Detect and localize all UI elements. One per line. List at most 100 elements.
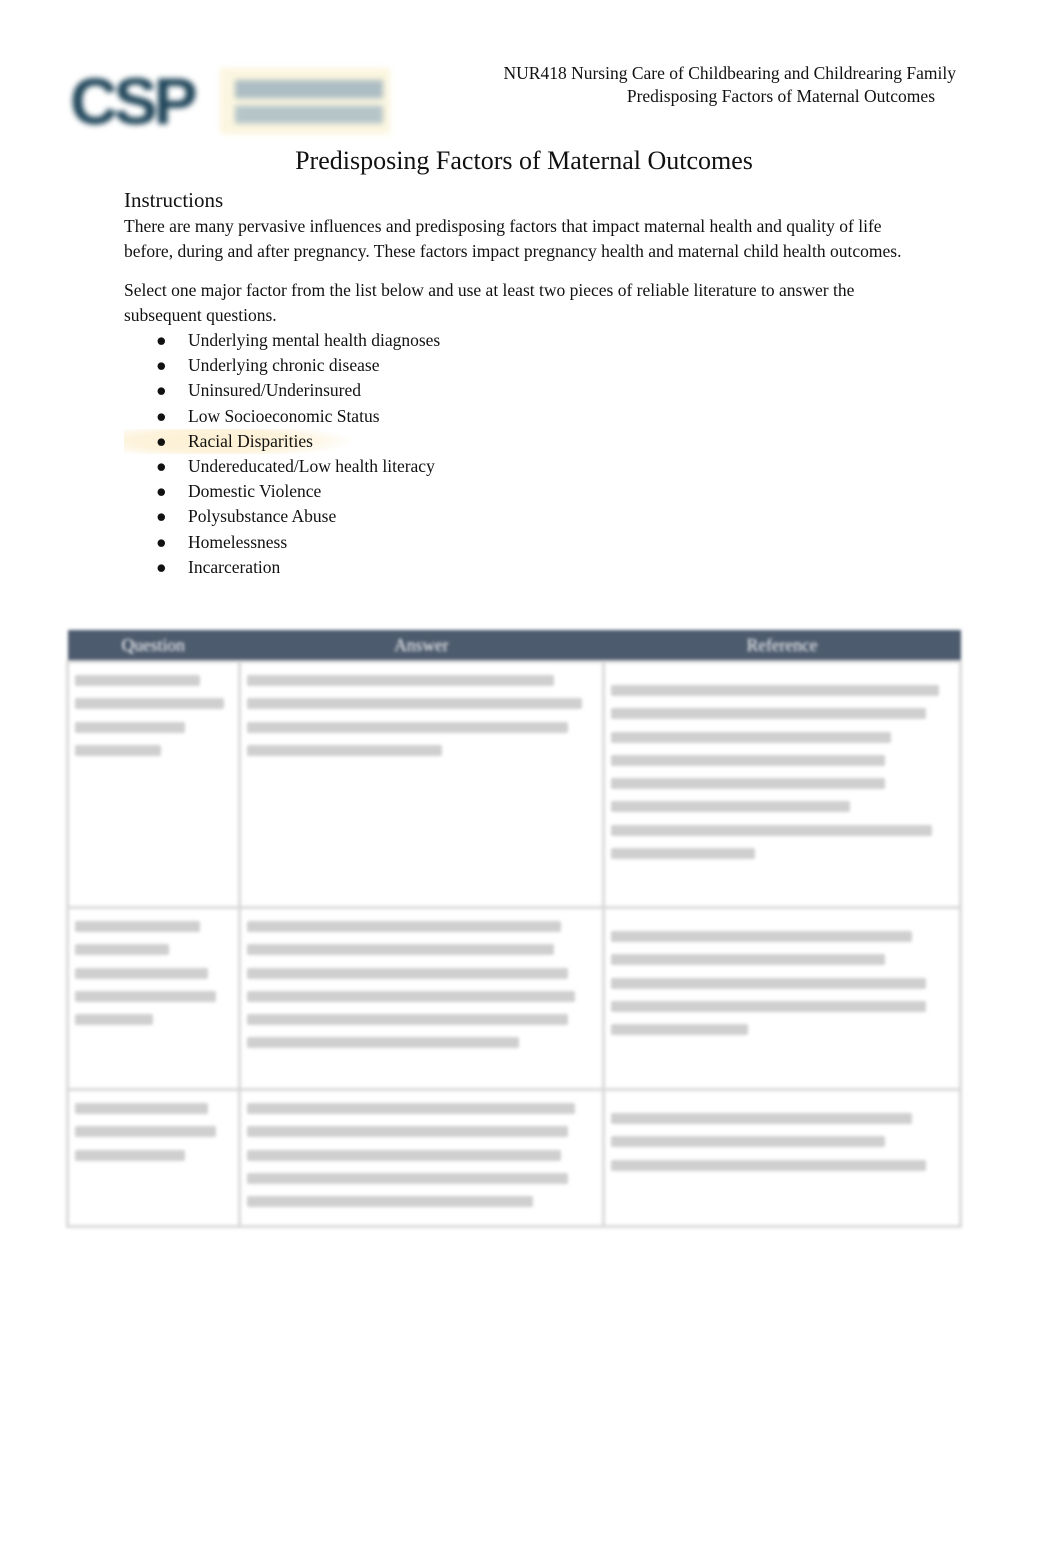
blurred-text-line xyxy=(611,1159,926,1171)
blurred-text-line xyxy=(611,685,940,696)
blurred-text-line xyxy=(611,708,926,720)
factor-label: Polysubstance Abuse xyxy=(188,506,337,527)
question-cell xyxy=(66,1087,241,1229)
factor-label: Undereducated/Low health literacy xyxy=(188,456,435,477)
column-header-reference: Reference xyxy=(603,630,961,662)
reference-cell xyxy=(602,660,962,909)
instructions-heading: Instructions xyxy=(124,188,224,212)
factor-list-item: ● Underlying chronic disease xyxy=(124,353,924,378)
table-header-row: Question Answer Reference xyxy=(67,630,961,662)
bullet-icon: ● xyxy=(156,380,167,401)
blurred-text-line xyxy=(246,1014,569,1026)
blurred-text-line xyxy=(75,698,224,710)
table-row xyxy=(66,906,962,1091)
column-header-answer: Answer xyxy=(239,630,604,662)
blurred-text-line xyxy=(611,1136,885,1148)
question-cell xyxy=(66,906,241,1091)
bullet-icon: ● xyxy=(156,531,167,552)
select-paragraph: Select one major factor from the list be… xyxy=(124,280,855,325)
blurred-text-line xyxy=(246,1196,534,1208)
blurred-text-line xyxy=(246,744,443,756)
page-title: Predisposing Factors of Maternal Outcome… xyxy=(295,146,753,175)
bullet-icon: ● xyxy=(156,430,167,451)
factor-label: Homelessness xyxy=(188,531,288,552)
bullet-icon: ● xyxy=(156,556,167,577)
blurred-text-line xyxy=(75,990,216,1002)
blurred-text-line xyxy=(75,921,201,932)
bullet-icon: ● xyxy=(156,481,167,502)
blurred-text-line xyxy=(611,848,755,860)
blurred-text-line xyxy=(246,675,555,686)
blurred-text-line xyxy=(75,675,201,686)
question-cell xyxy=(66,660,241,909)
factor-label: Underlying mental health diagnoses xyxy=(188,330,441,350)
factor-label: Incarceration xyxy=(188,556,281,577)
logo-wordmark xyxy=(235,80,383,126)
blurred-text-line xyxy=(246,990,576,1002)
factor-label: Uninsured/Underinsured xyxy=(188,380,362,401)
bullet-icon: ● xyxy=(156,330,167,350)
question-table: Question Answer Reference xyxy=(66,630,962,1229)
blurred-text-line xyxy=(75,744,162,756)
factor-label: Low Socioeconomic Status xyxy=(188,405,380,426)
blurred-text-line xyxy=(246,1037,520,1049)
blurred-text-line xyxy=(75,1103,209,1114)
factor-list-item: ● Domestic Violence xyxy=(124,479,924,504)
blurred-text-line xyxy=(75,944,169,956)
factor-list: ● Underlying mental health diagnoses ● Unde… xyxy=(124,328,924,580)
blurred-text-line xyxy=(611,731,892,743)
table-row xyxy=(66,660,962,909)
blurred-text-line xyxy=(75,967,209,979)
blurred-text-line xyxy=(246,1126,569,1138)
blurred-text-line xyxy=(246,698,583,710)
factor-list-item: ● Racial Disparities xyxy=(124,428,924,455)
bullet-icon: ● xyxy=(156,405,167,426)
factor-label: Racial Disparities xyxy=(188,430,313,451)
blurred-text-line xyxy=(611,1000,926,1012)
blurred-text-line xyxy=(246,921,562,932)
blurred-text-line xyxy=(611,1113,912,1124)
blurred-text-line xyxy=(246,1103,576,1114)
blurred-text-line xyxy=(246,944,555,956)
blurred-text-line xyxy=(246,1172,569,1184)
blurred-text-line xyxy=(611,801,851,813)
bullet-icon: ● xyxy=(156,355,167,376)
document-header: NUR418 Nursing Care of Childbearing and … xyxy=(504,62,957,108)
factor-list-item: ● Homelessness xyxy=(124,530,924,555)
factor-list-item: ● Polysubstance Abuse xyxy=(124,504,924,529)
factor-list-item: ● Underlying mental health diagnoses xyxy=(124,328,924,353)
header-subtitle: Predisposing Factors of Maternal Outcome… xyxy=(626,86,935,106)
bullet-icon: ● xyxy=(156,506,167,527)
answer-cell xyxy=(237,660,606,909)
blurred-text-line xyxy=(75,1014,154,1026)
table-row xyxy=(66,1087,962,1229)
reference-cell xyxy=(602,1087,962,1229)
factor-list-item: ● Low Socioeconomic Status xyxy=(124,404,924,429)
blurred-text-line xyxy=(611,778,885,790)
blurred-text-line xyxy=(611,824,933,836)
blurred-text-line xyxy=(611,954,885,966)
blurred-text-line xyxy=(611,931,912,942)
logo-mark: CSP xyxy=(70,64,198,138)
blurred-text-line xyxy=(246,1149,562,1161)
factor-list-item: ● Uninsured/Underinsured xyxy=(124,378,924,403)
factor-label: Domestic Violence xyxy=(188,481,322,502)
column-header-question: Question xyxy=(67,630,240,662)
blurred-text-line xyxy=(611,754,885,766)
answer-cell xyxy=(237,1087,606,1229)
blurred-text-line xyxy=(611,1024,748,1036)
course-title: NUR418 Nursing Care of Childbearing and … xyxy=(503,63,957,83)
csp-logo: CSP xyxy=(70,64,390,138)
bullet-icon: ● xyxy=(156,456,167,477)
blurred-text-line xyxy=(246,721,569,733)
blurred-text-line xyxy=(75,1149,185,1161)
blurred-text-line xyxy=(75,721,185,733)
blurred-text-line xyxy=(75,1126,216,1138)
blurred-text-line xyxy=(246,967,569,979)
intro-paragraph: There are many pervasive influences and … xyxy=(124,216,902,261)
reference-cell xyxy=(602,906,962,1091)
instructions-section: Instructions There are many pervasive in… xyxy=(124,186,924,580)
factor-label: Underlying chronic disease xyxy=(188,355,380,376)
factor-list-item: ● Undereducated/Low health literacy xyxy=(124,454,924,479)
blurred-text-line xyxy=(611,977,926,989)
